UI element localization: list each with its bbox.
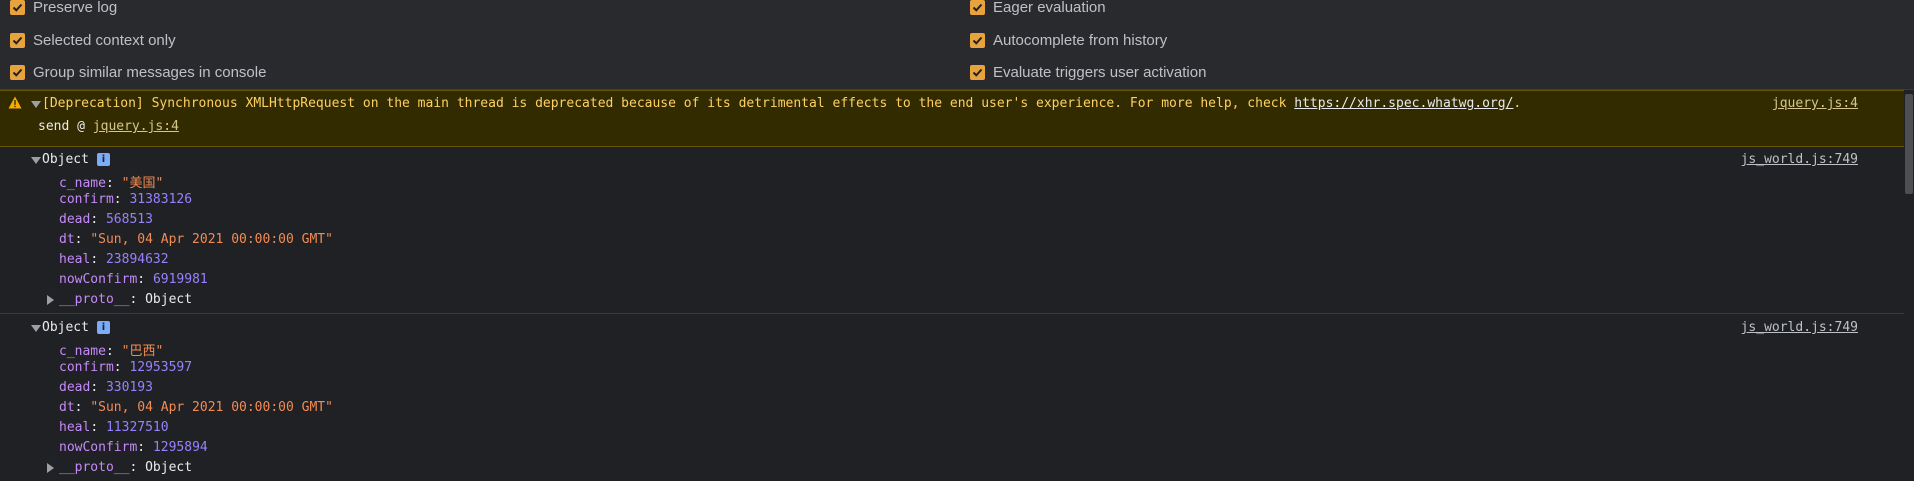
object-header[interactable]: Object i	[42, 320, 110, 335]
property-key: c_name	[59, 176, 106, 191]
autocomplete-history-setting[interactable]: Autocomplete from history	[970, 30, 1167, 50]
property-value: 31383126	[129, 192, 193, 207]
property-row: dt: "Sun, 04 Apr 2021 00:00:00 GMT"	[59, 400, 333, 415]
checkmark-icon	[972, 36, 983, 45]
proto-row[interactable]: __proto__: Object	[59, 460, 192, 475]
eager-evaluation-label: Eager evaluation	[993, 0, 1106, 16]
expand-proto-icon[interactable]	[47, 463, 54, 473]
console-object-entry: Object i js_world.js:749 c_name: "美国" co…	[0, 146, 1904, 314]
property-row: dt: "Sun, 04 Apr 2021 00:00:00 GMT"	[59, 232, 333, 247]
property-key: c_name	[59, 344, 106, 359]
checkmark-icon	[972, 3, 983, 12]
property-value: 23894632	[105, 252, 169, 267]
expand-toggle-icon[interactable]	[31, 325, 41, 332]
warning-source-link[interactable]: jquery.js:4	[1772, 96, 1858, 111]
property-value: 12953597	[129, 360, 193, 375]
checkmark-icon	[12, 3, 23, 12]
property-key: nowConfirm	[59, 440, 138, 455]
property-value: 568513	[105, 212, 153, 227]
checkmark-icon	[12, 36, 23, 45]
checkmark-icon	[972, 68, 983, 77]
checkmark-icon	[12, 68, 23, 77]
property-value: "美国"	[121, 176, 164, 191]
property-key: dt	[59, 400, 75, 415]
eager-evaluation-checkbox[interactable]	[970, 0, 985, 15]
object-title: Object	[42, 320, 89, 335]
console-object-entry: Object i js_world.js:749 c_name: "巴西" co…	[0, 314, 1904, 481]
property-value: "巴西"	[121, 344, 164, 359]
property-key: __proto__	[59, 460, 130, 475]
expand-toggle-icon[interactable]	[31, 101, 41, 108]
stack-source-link[interactable]: jquery.js:4	[93, 119, 179, 134]
property-row: dead: 330193	[59, 380, 153, 395]
property-row: c_name: "巴西"	[59, 344, 164, 359]
property-key: heal	[59, 252, 91, 267]
property-key: dead	[59, 212, 91, 227]
console-scrollbar[interactable]	[1904, 90, 1914, 481]
property-row: confirm: 31383126	[59, 192, 193, 207]
warning-message: [Deprecation] Synchronous XMLHttpRequest…	[42, 96, 1295, 111]
property-value: 11327510	[105, 420, 169, 435]
warning-url-link[interactable]: https://xhr.spec.whatwg.org/	[1294, 96, 1513, 111]
expand-proto-icon[interactable]	[47, 295, 54, 305]
property-row: nowConfirm: 1295894	[59, 440, 208, 455]
info-icon[interactable]: i	[96, 321, 110, 334]
warning-text: [Deprecation] Synchronous XMLHttpRequest…	[42, 96, 1521, 111]
property-key: heal	[59, 420, 91, 435]
property-row: heal: 11327510	[59, 420, 169, 435]
expand-toggle-icon[interactable]	[31, 157, 41, 164]
autocomplete-history-label: Autocomplete from history	[993, 31, 1168, 49]
property-value: Object	[145, 460, 193, 475]
eager-evaluation-setting[interactable]: Eager evaluation	[970, 0, 1106, 17]
property-key: nowConfirm	[59, 272, 138, 287]
property-key: __proto__	[59, 292, 130, 307]
scrollbar-thumb[interactable]	[1905, 94, 1913, 194]
proto-row[interactable]: __proto__: Object	[59, 292, 192, 307]
group-similar-label: Group similar messages in console	[33, 63, 267, 81]
property-key: dead	[59, 380, 91, 395]
evaluate-triggers-setting[interactable]: Evaluate triggers user activation	[970, 62, 1206, 82]
property-row: nowConfirm: 6919981	[59, 272, 208, 287]
property-value: "Sun, 04 Apr 2021 00:00:00 GMT"	[90, 400, 333, 415]
info-icon[interactable]: i	[96, 153, 110, 166]
property-row: confirm: 12953597	[59, 360, 193, 375]
group-similar-checkbox[interactable]	[10, 64, 25, 80]
console-settings-panel: Preserve log Selected context only Group…	[0, 0, 1914, 90]
property-value: "Sun, 04 Apr 2021 00:00:00 GMT"	[90, 232, 333, 247]
stack-send-prefix: send @	[38, 119, 93, 134]
property-row: dead: 568513	[59, 212, 153, 227]
deprecation-warning-message: [Deprecation] Synchronous XMLHttpRequest…	[0, 90, 1904, 147]
property-value: 6919981	[152, 272, 208, 287]
object-header[interactable]: Object i	[42, 152, 110, 167]
property-value: 330193	[105, 380, 153, 395]
object-source-link[interactable]: js_world.js:749	[1741, 320, 1858, 335]
stack-trace-line: send @ jquery.js:4	[38, 119, 179, 134]
property-value: 1295894	[152, 440, 208, 455]
property-key: dt	[59, 232, 75, 247]
selected-context-only-checkbox[interactable]	[10, 32, 25, 48]
warning-period: .	[1513, 96, 1522, 111]
property-key: confirm	[59, 360, 114, 375]
group-similar-setting[interactable]: Group similar messages in console	[10, 62, 266, 82]
preserve-log-checkbox[interactable]	[10, 0, 25, 15]
property-row: heal: 23894632	[59, 252, 169, 267]
property-value: Object	[145, 292, 193, 307]
warning-icon	[8, 96, 22, 109]
selected-context-only-setting[interactable]: Selected context only	[10, 30, 176, 50]
object-title: Object	[42, 152, 89, 167]
evaluate-triggers-label: Evaluate triggers user activation	[993, 63, 1207, 81]
autocomplete-history-checkbox[interactable]	[970, 32, 985, 48]
preserve-log-label: Preserve log	[33, 0, 118, 16]
property-row: c_name: "美国"	[59, 176, 164, 191]
object-source-link[interactable]: js_world.js:749	[1741, 152, 1858, 167]
evaluate-triggers-checkbox[interactable]	[970, 64, 985, 80]
selected-context-only-label: Selected context only	[33, 31, 176, 49]
preserve-log-setting[interactable]: Preserve log	[10, 0, 117, 17]
property-key: confirm	[59, 192, 114, 207]
